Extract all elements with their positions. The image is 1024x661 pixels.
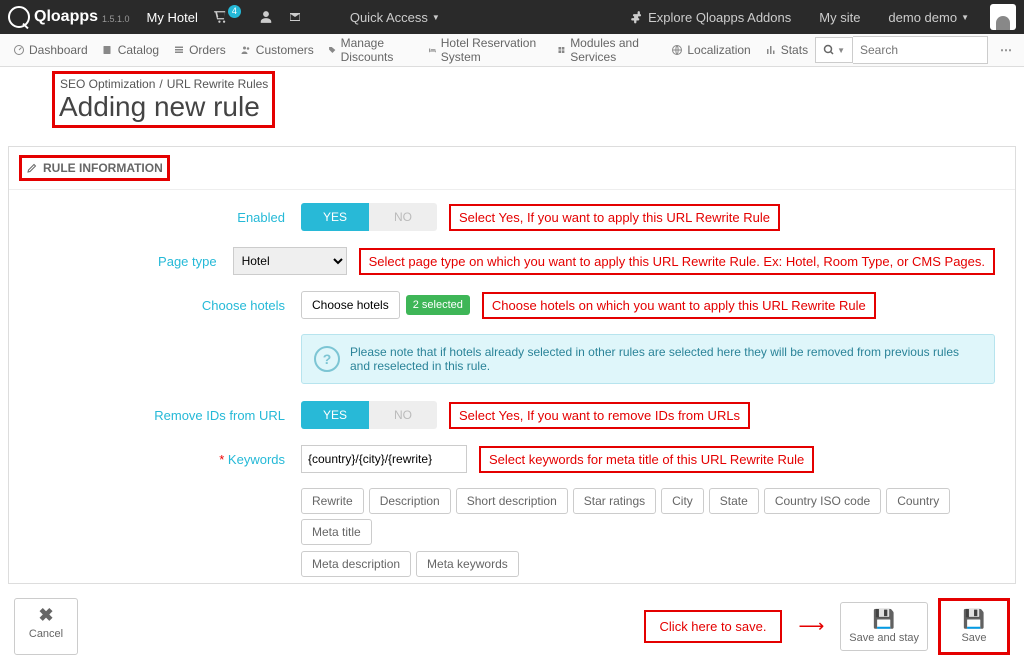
- user-icon[interactable]: [259, 10, 273, 24]
- breadcrumb-2[interactable]: URL Rewrite Rules: [167, 77, 269, 91]
- close-icon: ✖: [38, 605, 53, 626]
- cart-badge: 4: [228, 5, 241, 18]
- remove-no[interactable]: NO: [369, 401, 437, 429]
- keyword-tag[interactable]: Meta keywords: [416, 551, 519, 577]
- callout-choose: Choose hotels on which you want to apply…: [482, 292, 876, 319]
- remove-toggle[interactable]: YES NO: [301, 401, 437, 429]
- avatar[interactable]: [990, 4, 1016, 30]
- label-keywords: Keywords: [29, 452, 301, 467]
- save-button[interactable]: 💾 Save: [943, 603, 1005, 650]
- keyword-tag[interactable]: Meta description: [301, 551, 411, 577]
- label-enabled: Enabled: [29, 210, 301, 225]
- keyword-tag[interactable]: Short description: [456, 488, 568, 514]
- cart-icon[interactable]: 4: [212, 10, 245, 24]
- nav-customers[interactable]: Customers: [233, 43, 321, 57]
- page-title: Adding new rule: [59, 91, 268, 123]
- search-scope-button[interactable]: ▼: [815, 37, 853, 63]
- label-choose: Choose hotels: [29, 298, 301, 313]
- label-remove: Remove IDs from URL: [29, 408, 301, 423]
- keyword-tag[interactable]: Star ratings: [573, 488, 656, 514]
- save-icon: 💾: [963, 609, 985, 630]
- quick-access[interactable]: Quick Access ▼: [350, 10, 440, 25]
- addons-link[interactable]: Explore Qloapps Addons: [630, 10, 791, 25]
- callout-remove: Select Yes, If you want to remove IDs fr…: [449, 402, 750, 429]
- cancel-button[interactable]: ✖ Cancel: [14, 598, 78, 655]
- version: 1.5.1.0: [102, 14, 130, 24]
- nav-stats[interactable]: Stats: [758, 43, 815, 57]
- panel-title: RULE INFORMATION: [43, 161, 163, 175]
- brand[interactable]: Qloapps: [8, 6, 98, 28]
- brand-name: Qloapps: [34, 8, 98, 26]
- search-input[interactable]: [853, 36, 988, 64]
- keywords-input[interactable]: [301, 445, 467, 473]
- enabled-toggle[interactable]: YES NO: [301, 203, 437, 231]
- callout-save: Click here to save.: [644, 610, 783, 643]
- pencil-icon: [26, 162, 38, 174]
- enabled-no[interactable]: NO: [369, 203, 437, 231]
- callout-keywords: Select keywords for meta title of this U…: [479, 446, 814, 473]
- nav-dashboard[interactable]: Dashboard: [6, 43, 95, 57]
- my-site-link[interactable]: My site: [819, 10, 860, 25]
- keyword-tag[interactable]: Country: [886, 488, 950, 514]
- save-and-stay-button[interactable]: 💾 Save and stay: [840, 602, 928, 651]
- save-icon: 💾: [873, 609, 895, 630]
- nav-hotel-res[interactable]: Hotel Reservation System: [421, 36, 550, 64]
- enabled-yes[interactable]: YES: [301, 203, 369, 231]
- page-type-select[interactable]: Hotel: [233, 247, 347, 275]
- nav-discounts[interactable]: Manage Discounts: [321, 36, 421, 64]
- nav-modules[interactable]: Modules and Services: [550, 36, 664, 64]
- keyword-tag[interactable]: State: [709, 488, 759, 514]
- remove-yes[interactable]: YES: [301, 401, 369, 429]
- keyword-tag[interactable]: Rewrite: [301, 488, 364, 514]
- callout-page: Select page type on which you want to ap…: [359, 248, 995, 275]
- keyword-tag[interactable]: City: [661, 488, 704, 514]
- keyword-tag[interactable]: Description: [369, 488, 451, 514]
- breadcrumb-1[interactable]: SEO Optimization: [60, 77, 155, 91]
- context-hotel[interactable]: My Hotel: [147, 10, 198, 25]
- breadcrumb: SEO Optimization/URL Rewrite Rules: [60, 77, 268, 91]
- label-page-type: Page type: [29, 254, 233, 269]
- callout-enabled: Select Yes, If you want to apply this UR…: [449, 204, 780, 231]
- keyword-tag[interactable]: Country ISO code: [764, 488, 881, 514]
- info-note: ? Please note that if hotels already sel…: [301, 334, 995, 384]
- nav-localization[interactable]: Localization: [664, 43, 757, 57]
- more-menu[interactable]: ⋯: [994, 43, 1018, 57]
- question-icon: ?: [314, 346, 340, 372]
- nav-catalog[interactable]: Catalog: [95, 43, 166, 57]
- choose-hotels-button[interactable]: Choose hotels: [301, 291, 400, 319]
- keyword-tag[interactable]: Meta title: [301, 519, 372, 545]
- mail-icon[interactable]: [287, 11, 303, 23]
- selected-badge: 2 selected: [406, 295, 470, 315]
- user-menu[interactable]: demo demo ▼: [888, 10, 969, 25]
- arrow-icon: ⟶: [798, 616, 824, 637]
- nav-orders[interactable]: Orders: [166, 43, 233, 57]
